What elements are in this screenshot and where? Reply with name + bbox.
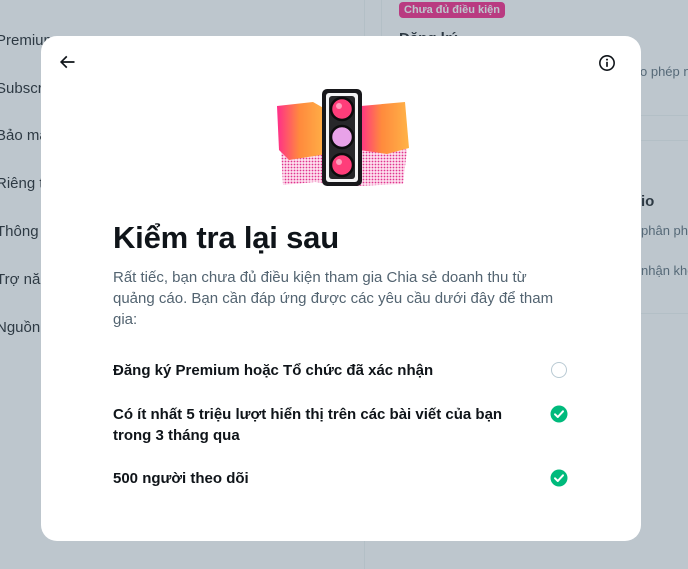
- requirement-premium-label: Đăng ký Premium hoặc Tổ chức đã xác nhận: [113, 362, 434, 379]
- requirement-impressions-label: Có ít nhất 5 triệu lượt hiển thị trên cá…: [113, 406, 503, 444]
- modal-description: Rất tiếc, bạn chưa đủ điều kiện tham gia…: [113, 269, 554, 328]
- info-circle-icon: [599, 55, 615, 71]
- traffic-light-illustration: [277, 89, 409, 186]
- modal-title: Kiểm tra lại sau: [113, 220, 339, 255]
- requirement-met-indicator: [550, 405, 568, 423]
- requirement-unmet-indicator: [550, 361, 568, 379]
- requirement-followers-label: 500 người theo dõi: [113, 470, 249, 487]
- arrow-left-icon: [59, 55, 75, 69]
- check-circle-icon: [550, 405, 568, 423]
- info-button[interactable]: [590, 46, 624, 80]
- eligibility-modal: Kiểm tra lại sau Rất tiếc, bạn chưa đủ đ…: [41, 36, 641, 541]
- back-button[interactable]: [50, 45, 84, 79]
- check-circle-icon: [550, 469, 568, 487]
- empty-circle-icon: [551, 362, 567, 378]
- requirement-met-indicator: [550, 469, 568, 487]
